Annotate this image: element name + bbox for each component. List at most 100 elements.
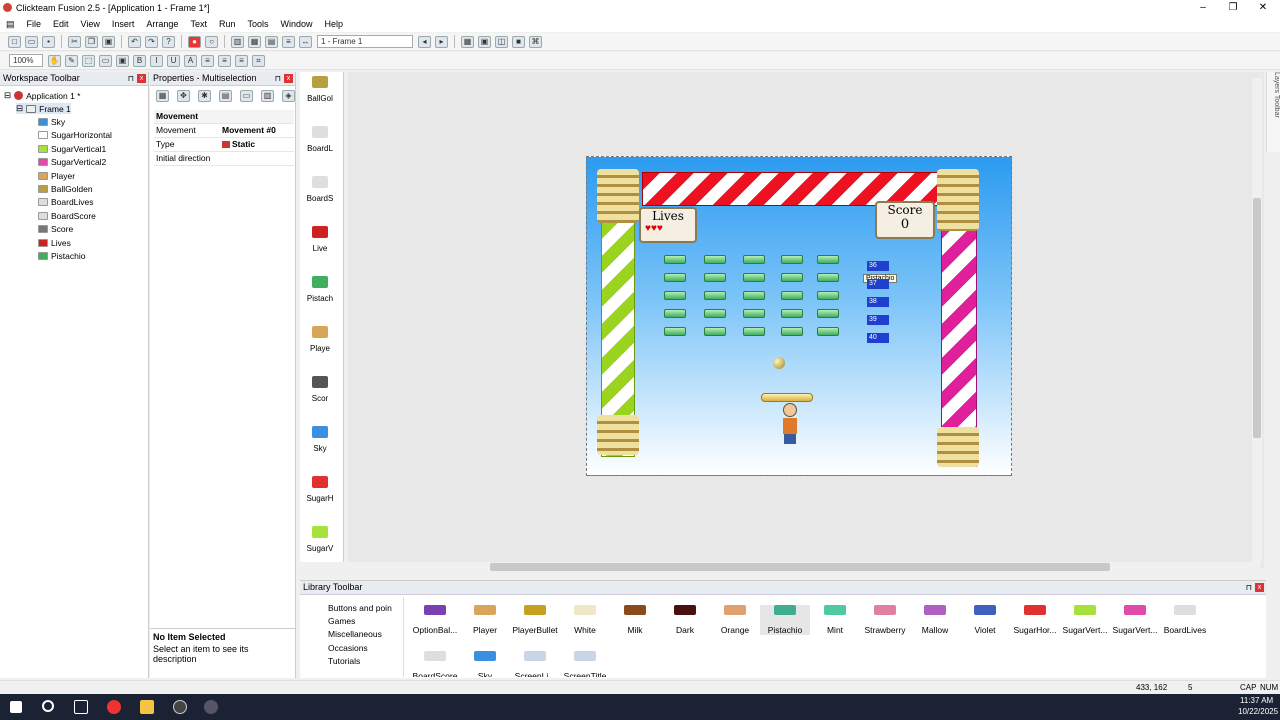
library-item[interactable]: Violet — [960, 605, 1010, 635]
object-bar-item[interactable]: Sky — [300, 426, 340, 453]
shape-icon[interactable]: ▣ — [116, 54, 129, 67]
tree-object[interactable]: BallGolden — [38, 184, 93, 194]
tree-object[interactable]: Player — [38, 171, 75, 181]
expand-icon[interactable]: ⊟ — [4, 90, 11, 101]
library-category[interactable]: Miscellaneous — [328, 629, 382, 639]
copy-icon[interactable]: ❐ — [85, 35, 98, 48]
pistachio-brick[interactable] — [664, 255, 686, 264]
help-icon[interactable]: ? — [162, 35, 175, 48]
library-item[interactable]: ScreenLi... — [510, 651, 560, 677]
movement-row[interactable]: Movement Movement #0 — [154, 124, 294, 138]
pin-icon[interactable]: ⊓ — [128, 72, 134, 85]
pistachio-brick[interactable] — [817, 309, 839, 318]
menu-file[interactable]: File — [21, 19, 48, 29]
pistachio-brick[interactable] — [743, 309, 765, 318]
menu-insert[interactable]: Insert — [106, 19, 141, 29]
object-bar-item[interactable]: Scor — [300, 376, 340, 403]
maximize-button[interactable]: ❐ — [1218, 0, 1248, 16]
horizontal-scrollbar[interactable] — [348, 562, 1260, 572]
pistachio-brick[interactable] — [704, 273, 726, 282]
library-category[interactable]: Buttons and poin — [328, 603, 392, 613]
select-icon[interactable]: ⬚ — [82, 54, 95, 67]
library-item[interactable]: Milk — [610, 605, 660, 635]
library-item[interactable]: SugarHor... — [1010, 605, 1060, 635]
display-tab-icon[interactable]: ✥ — [177, 90, 190, 102]
selected-brick[interactable]: 39 — [867, 315, 889, 325]
object-bar-item[interactable]: SugarH — [300, 476, 340, 503]
library-category[interactable]: Games — [328, 616, 355, 626]
app-menu-icon[interactable]: ▤ — [0, 19, 21, 30]
ball-golden[interactable] — [773, 357, 785, 369]
library-item[interactable]: BoardLives — [1160, 605, 1210, 635]
zoom-select[interactable]: 100% — [9, 54, 43, 67]
redo-icon[interactable]: ↷ — [145, 35, 158, 48]
pistachio-brick[interactable] — [781, 273, 803, 282]
color-icon[interactable]: A — [184, 54, 197, 67]
clickteam-icon[interactable] — [204, 700, 218, 714]
tree-object[interactable]: Score — [38, 224, 73, 234]
board-score[interactable]: Score 0 — [875, 201, 935, 239]
underline-icon[interactable]: U — [167, 54, 180, 67]
menu-window[interactable]: Window — [275, 19, 319, 29]
rect-icon[interactable]: ▭ — [99, 54, 112, 67]
align-left-icon[interactable]: ≡ — [201, 54, 214, 67]
start-icon[interactable] — [10, 701, 22, 713]
pistachio-brick[interactable] — [664, 309, 686, 318]
tree-object[interactable]: BoardLives — [38, 197, 94, 207]
library-item[interactable]: PlayerBullet — [510, 605, 560, 635]
grid-icon[interactable]: ▦ — [461, 35, 474, 48]
library-item[interactable]: Strawberry — [860, 605, 910, 635]
pistachio-brick[interactable] — [704, 327, 726, 336]
movement-tab-icon[interactable]: ✱ — [198, 90, 211, 102]
menu-text[interactable]: Text — [184, 19, 213, 29]
tree-object[interactable]: Sky — [38, 117, 65, 127]
obs-icon[interactable] — [173, 700, 187, 714]
menu-arrange[interactable]: Arrange — [140, 19, 184, 29]
library-category[interactable]: Tutorials — [328, 656, 360, 666]
bold-icon[interactable]: B — [133, 54, 146, 67]
chrome-icon[interactable] — [107, 700, 121, 714]
object-bar-item[interactable]: BoardL — [300, 126, 340, 153]
library-item[interactable]: Pistachio — [760, 605, 810, 635]
pen-icon[interactable]: ✎ — [65, 54, 78, 67]
library-item[interactable]: BoardScore — [410, 651, 460, 677]
selected-brick[interactable]: 36 — [867, 261, 889, 271]
board-lives[interactable]: Lives ♥♥♥ — [639, 207, 697, 243]
settings-tab-icon[interactable]: ▦ — [156, 90, 169, 102]
library-item[interactable]: ScreenTitle — [560, 651, 610, 677]
pin-icon[interactable]: ⊓ — [275, 72, 281, 85]
hand-icon[interactable]: ✋ — [48, 54, 61, 67]
explorer-icon[interactable] — [140, 700, 154, 714]
player-character[interactable] — [781, 403, 799, 447]
library-category[interactable]: Occasions — [328, 643, 368, 653]
italic-icon[interactable]: I — [150, 54, 163, 67]
object-bar-item[interactable]: BoardS — [300, 176, 340, 203]
pistachio-brick[interactable] — [704, 291, 726, 300]
cut-icon[interactable]: ✂ — [68, 35, 81, 48]
undo-icon[interactable]: ↶ — [128, 35, 141, 48]
menu-edit[interactable]: Edit — [47, 19, 75, 29]
object-bar-item[interactable]: Pistach — [300, 276, 340, 303]
scroll-thumb[interactable] — [1253, 198, 1261, 438]
pistachio-brick[interactable] — [664, 291, 686, 300]
save-icon[interactable]: ▪ — [42, 35, 55, 48]
menu-help[interactable]: Help — [319, 19, 350, 29]
run-icon[interactable]: ● — [188, 35, 201, 48]
event-list-icon[interactable]: ≡ — [282, 35, 295, 48]
open-icon[interactable]: ▭ — [25, 35, 38, 48]
library-item[interactable]: Mint — [810, 605, 860, 635]
pistachio-brick[interactable] — [664, 273, 686, 282]
values-tab-icon[interactable]: ▭ — [240, 90, 253, 102]
menu-tools[interactable]: Tools — [241, 19, 274, 29]
library-item[interactable]: OptionBal... — [410, 605, 460, 635]
library-item[interactable]: SugarVert... — [1110, 605, 1160, 635]
data-elements-icon[interactable]: ↔ — [299, 35, 312, 48]
events-tab-icon[interactable]: ▥ — [261, 90, 274, 102]
snap-icon[interactable]: ⌗ — [252, 54, 265, 67]
stop-preview-icon[interactable]: ■ — [512, 35, 525, 48]
frame-select[interactable]: 1 - Frame 1 — [317, 35, 413, 48]
library-item[interactable]: Player — [460, 605, 510, 635]
pistachio-brick[interactable] — [781, 327, 803, 336]
vertical-scrollbar[interactable] — [1252, 78, 1262, 562]
tree-application[interactable]: ⊟ Application 1 * — [4, 90, 80, 101]
